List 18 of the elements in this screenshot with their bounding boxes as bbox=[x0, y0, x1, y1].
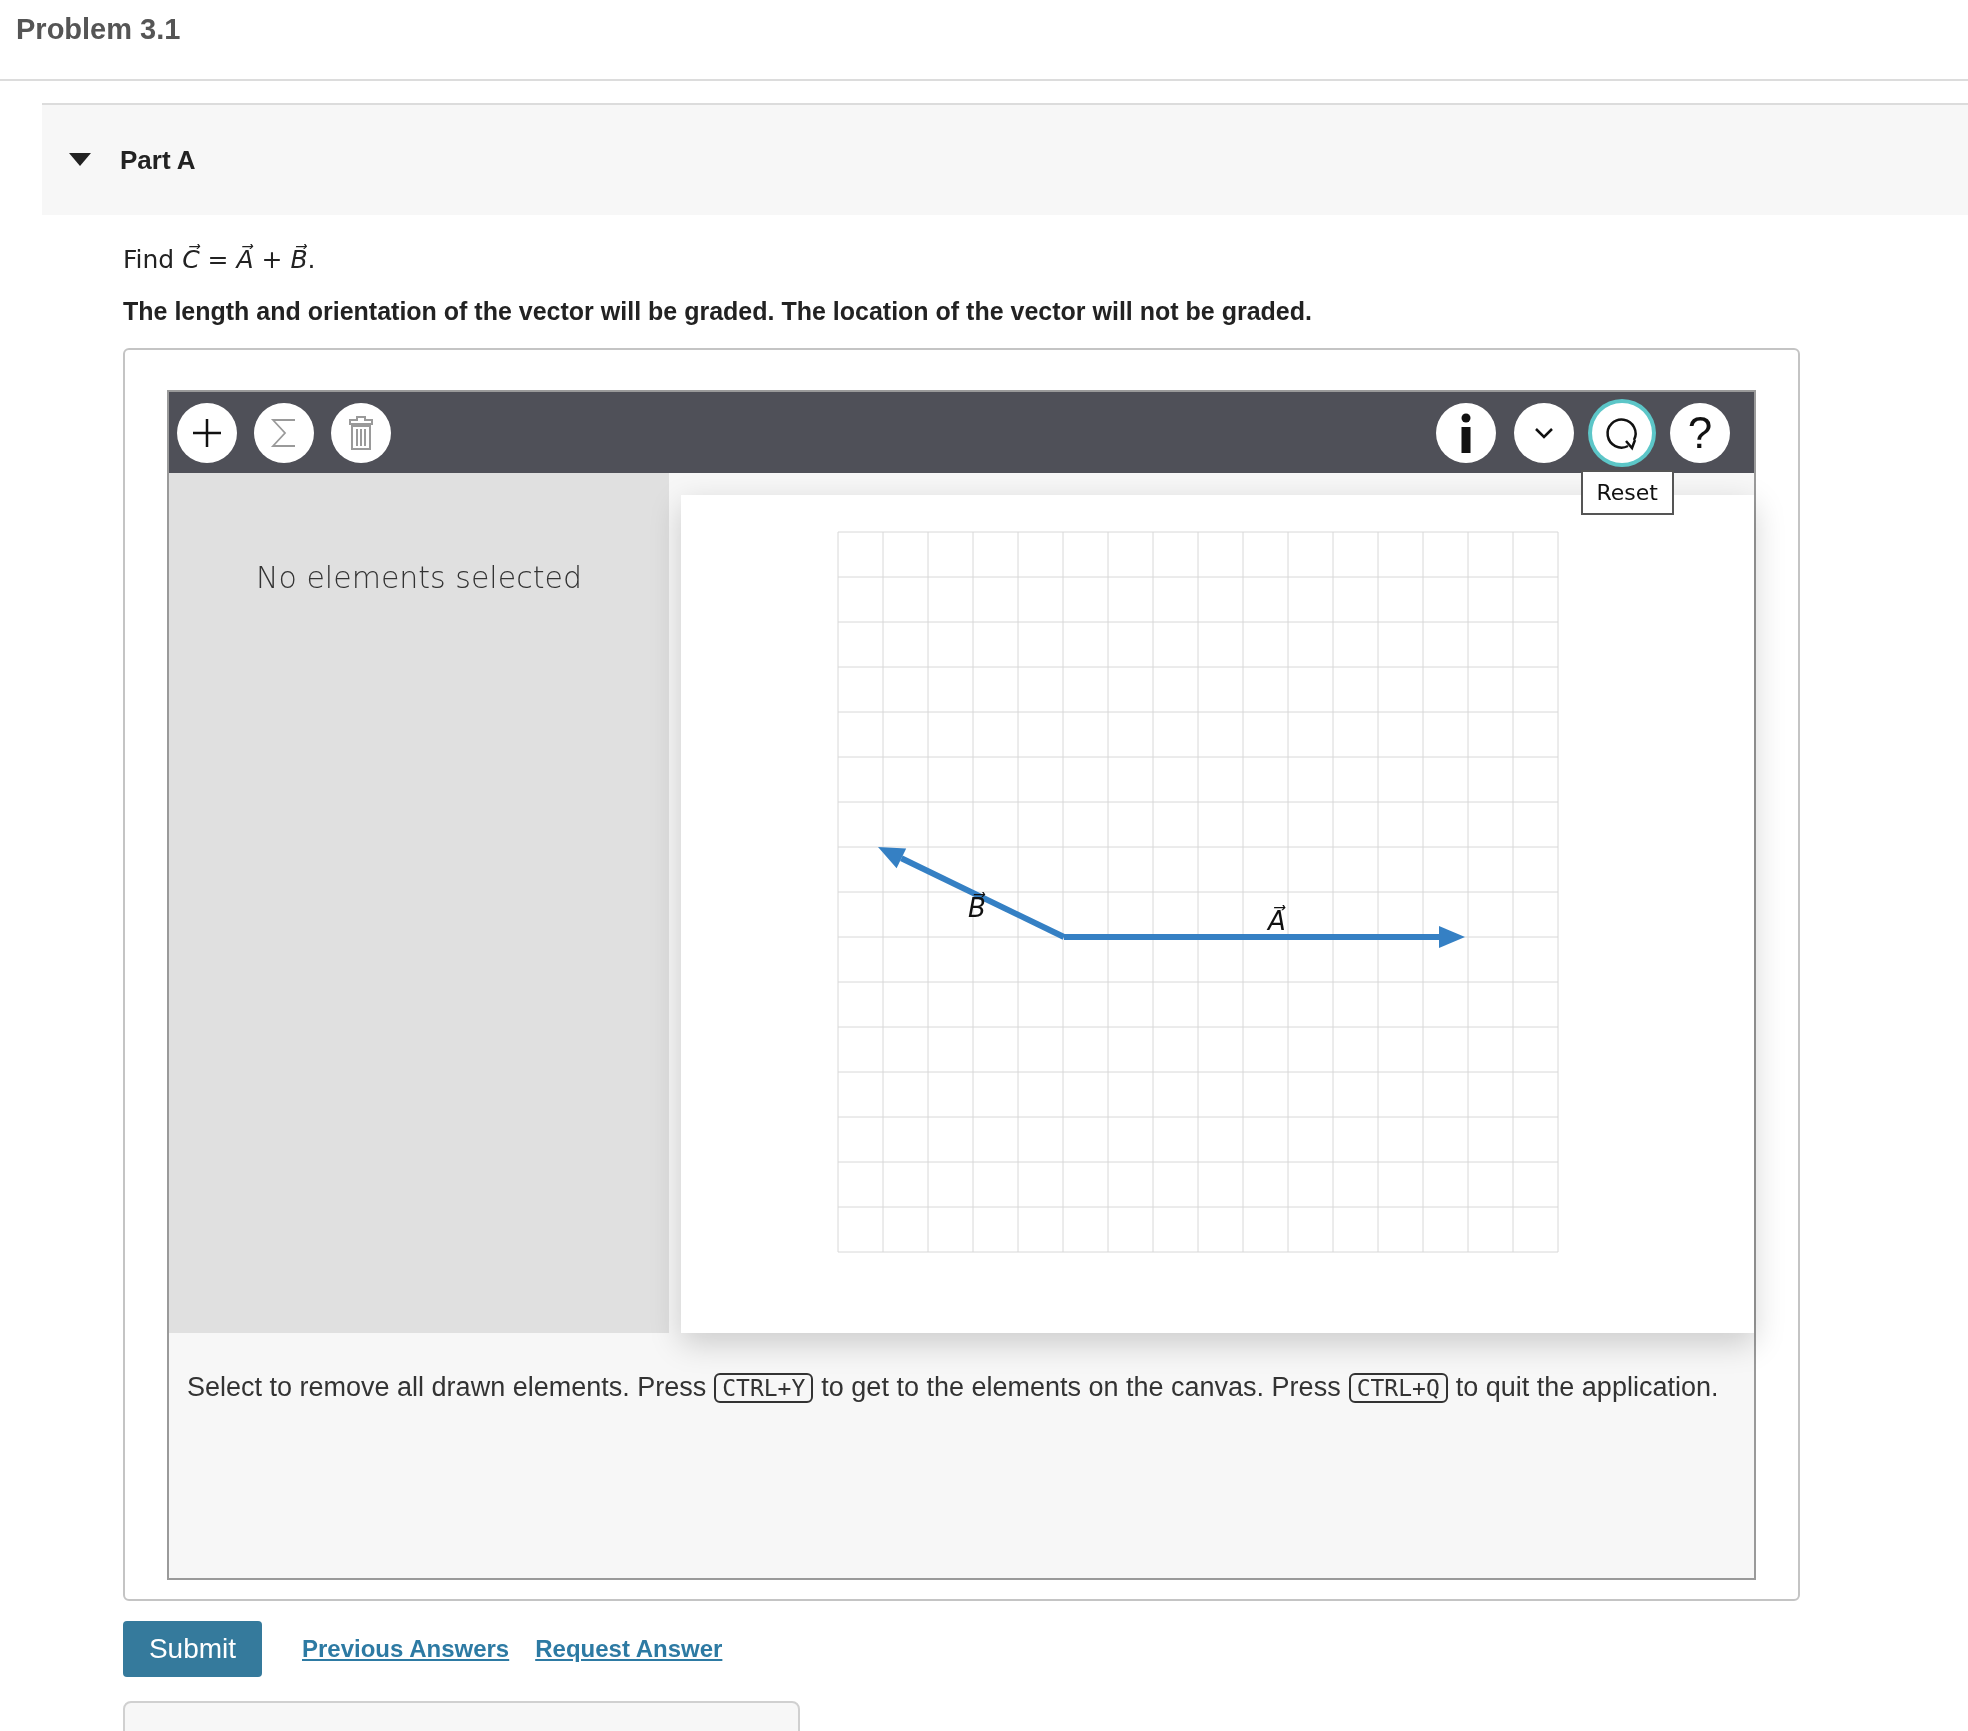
tooltip: Reset bbox=[1580, 470, 1674, 515]
help-button[interactable]: ? bbox=[1670, 402, 1730, 463]
help-text: application. bbox=[1581, 1372, 1719, 1402]
help-text: to get to the elements on the canvas. Press bbox=[821, 1372, 1341, 1402]
vector-label: A⃗ bbox=[1267, 906, 1286, 936]
answer-link[interactable]: Request Answer bbox=[535, 1631, 723, 1667]
help-text: Select to remove all drawn elements. Press bbox=[187, 1372, 707, 1402]
help-text: to quit the bbox=[1455, 1372, 1576, 1402]
keyboard-key: CTRL+Y bbox=[714, 1373, 814, 1403]
submit-button[interactable]: Submit bbox=[123, 1621, 262, 1677]
answer-link[interactable]: Previous Answers bbox=[302, 1631, 510, 1667]
question-text: Find C⃗ = A⃗ + B⃗. bbox=[123, 243, 316, 276]
instruction-text: The length and orientation of the vector will be graded. The location of the vector will not be graded. bbox=[123, 295, 1312, 327]
part-title: Part A bbox=[120, 143, 196, 177]
keyboard-key: CTRL+Q bbox=[1348, 1373, 1448, 1403]
page-title: Problem 3.1 bbox=[16, 12, 181, 47]
empty-selection-text: No elements selected bbox=[256, 559, 582, 597]
vector-label: B⃗ bbox=[967, 893, 986, 923]
